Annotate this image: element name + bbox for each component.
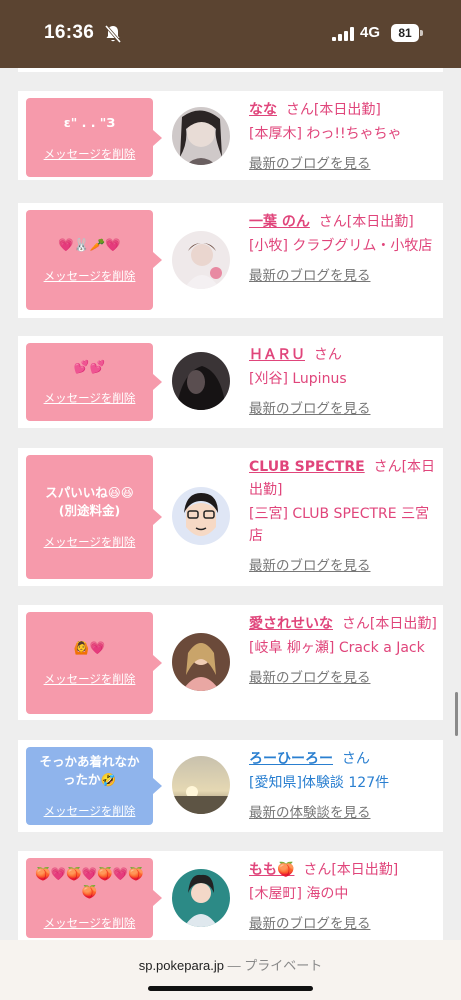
- user-info: ＨＡＲＵ さん [刈谷] Lupinus 最新のブログを見る: [249, 344, 437, 417]
- message-card: 🙆💗 メッセージを削除 愛されせいな さん[本日出勤] [岐阜 柳ヶ瀬] Cra…: [18, 605, 443, 720]
- delete-message-link[interactable]: メッセージを削除: [44, 534, 136, 550]
- url-domain: sp.pokepara.jp: [138, 958, 224, 973]
- shop-name: [小牧] クラブグリム・小牧店: [249, 238, 433, 254]
- latest-review-link[interactable]: 最新の体験談を見る: [249, 801, 437, 821]
- user-name-link[interactable]: CLUB SPECTRE: [249, 459, 365, 475]
- message-text: 💕💕: [73, 359, 106, 374]
- message-text: 🙆💗: [73, 640, 106, 655]
- user-info: 一葉 のん さん[本日出勤] [小牧] クラブグリム・小牧店 最新のブログを見る: [249, 211, 437, 284]
- message-text: スパいいね😆😆 (別途料金): [45, 485, 134, 518]
- latest-blog-link[interactable]: 最新のブログを見る: [249, 152, 437, 172]
- signal-icon: [332, 27, 354, 41]
- user-info: ろーひーろー さん [愛知県]体験談 127件 最新の体験談を見る: [249, 748, 437, 821]
- message-bubble: 💕💕 メッセージを削除: [26, 343, 162, 421]
- user-info: なな さん[本日出勤] [本厚木] わっ!!ちゃちゃ 最新のブログを見る: [249, 99, 437, 172]
- user-name-link[interactable]: ろーひーろー: [249, 751, 333, 767]
- attendance-tag: [本日出勤]: [346, 214, 414, 230]
- bell-slash-icon: [104, 25, 122, 43]
- user-info: 愛されせいな さん[本日出勤] [岐阜 柳ヶ瀬] Crack a Jack 最新…: [249, 613, 437, 686]
- user-name-link[interactable]: もも🍑: [249, 862, 294, 878]
- delete-message-link[interactable]: メッセージを削除: [44, 268, 136, 284]
- avatar[interactable]: [172, 231, 230, 289]
- user-name-link[interactable]: なな: [249, 102, 277, 118]
- message-list[interactable]: ε" . . "З メッセージを削除 なな さん[本日出勤] [本厚木] わっ!…: [0, 68, 461, 940]
- latest-blog-link[interactable]: 最新のブログを見る: [249, 912, 437, 932]
- message-bubble: 🍑💗🍑💗🍑💗🍑🍑 メッセージを削除: [26, 858, 162, 938]
- shop-name: [木屋町] 海の中: [249, 886, 349, 902]
- latest-blog-link[interactable]: 最新のブログを見る: [249, 666, 437, 686]
- message-bubble: スパいいね😆😆 (別途料金) メッセージを削除: [26, 455, 162, 579]
- avatar[interactable]: [172, 633, 230, 691]
- user-name-link[interactable]: 愛されせいな: [249, 616, 333, 632]
- url-text: sp.pokepara.jp — プライベート: [0, 955, 461, 974]
- home-indicator[interactable]: [148, 986, 313, 991]
- network-label: 4G: [360, 24, 381, 41]
- avatar[interactable]: [172, 487, 230, 545]
- avatar[interactable]: [172, 107, 230, 165]
- url-separator: —: [227, 958, 241, 973]
- latest-blog-link[interactable]: 最新のブログを見る: [249, 397, 437, 417]
- browser-url-bar[interactable]: sp.pokepara.jp — プライベート: [0, 940, 461, 1000]
- status-bar: 16:36 4G 81: [0, 0, 461, 68]
- delete-message-link[interactable]: メッセージを削除: [44, 146, 136, 162]
- honorific: さん: [341, 616, 370, 632]
- shop-name: [三宮] CLUB SPECTRE 三宮店: [249, 506, 430, 544]
- message-card: 💕💕 メッセージを削除 ＨＡＲＵ さん [刈谷] Lupinus 最新のブログを…: [18, 336, 443, 428]
- user-name-link[interactable]: ＨＡＲＵ: [249, 347, 305, 363]
- message-bubble: ε" . . "З メッセージを削除: [26, 98, 162, 177]
- message-bubble: 🙆💗 メッセージを削除: [26, 612, 162, 714]
- delete-message-link[interactable]: メッセージを削除: [44, 671, 136, 687]
- avatar[interactable]: [172, 352, 230, 410]
- shop-name: [本厚木] わっ!!ちゃちゃ: [249, 126, 402, 142]
- honorific: さん: [318, 214, 347, 230]
- latest-blog-link[interactable]: 最新のブログを見る: [249, 264, 437, 284]
- message-card: ε" . . "З メッセージを削除 なな さん[本日出勤] [本厚木] わっ!…: [18, 91, 443, 180]
- honorific: さん: [285, 102, 314, 118]
- latest-blog-link[interactable]: 最新のブログを見る: [249, 554, 437, 574]
- shop-name: [岐阜 柳ヶ瀬] Crack a Jack: [249, 640, 425, 656]
- status-time: 16:36: [44, 22, 95, 43]
- user-name-link[interactable]: 一葉 のん: [249, 214, 310, 230]
- avatar[interactable]: [172, 756, 230, 814]
- honorific: さん: [373, 459, 402, 475]
- message-card: そっかあ着れなかったか🤣 メッセージを削除 ろーひーろー さん [愛知県]体験談…: [18, 740, 443, 832]
- message-text: 💗🐰🥕💗: [58, 237, 121, 252]
- shop-name: [愛知県]体験談 127件: [249, 775, 390, 791]
- attendance-tag: [本日出勤]: [331, 862, 399, 878]
- delete-message-link[interactable]: メッセージを削除: [44, 915, 136, 931]
- battery-icon: 81: [391, 24, 423, 42]
- message-bubble: 💗🐰🥕💗 メッセージを削除: [26, 210, 162, 310]
- message-text: 🍑💗🍑💗🍑💗🍑🍑: [35, 866, 144, 899]
- honorific: さん: [313, 347, 342, 363]
- message-bubble: そっかあ着れなかったか🤣 メッセージを削除: [26, 747, 162, 825]
- avatar[interactable]: [172, 869, 230, 927]
- previous-card-edge: [18, 68, 443, 72]
- message-card: 💗🐰🥕💗 メッセージを削除 一葉 のん さん[本日出勤] [小牧] クラブグリム…: [18, 203, 443, 318]
- attendance-tag: [本日出勤]: [369, 616, 437, 632]
- attendance-tag: [本日出勤]: [313, 102, 381, 118]
- user-info: もも🍑 さん[本日出勤] [木屋町] 海の中 最新のブログを見る: [249, 859, 437, 932]
- private-mode-label: プライベート: [244, 958, 323, 973]
- message-card: スパいいね😆😆 (別途料金) メッセージを削除 CLUB SPECTRE さん[…: [18, 448, 443, 586]
- shop-name: [刈谷] Lupinus: [249, 371, 347, 387]
- message-card: 🍑💗🍑💗🍑💗🍑🍑 メッセージを削除 もも🍑 さん[本日出勤] [木屋町] 海の中…: [18, 851, 443, 940]
- honorific: さん: [341, 751, 370, 767]
- honorific: さん: [303, 862, 332, 878]
- battery-level: 81: [391, 24, 419, 42]
- message-text: ε" . . "З: [63, 114, 116, 130]
- delete-message-link[interactable]: メッセージを削除: [44, 803, 136, 819]
- delete-message-link[interactable]: メッセージを削除: [44, 390, 136, 406]
- user-info: CLUB SPECTRE さん[本日出勤] [三宮] CLUB SPECTRE …: [249, 456, 437, 574]
- message-text: そっかあ着れなかったか🤣: [39, 754, 140, 787]
- scrollbar-thumb[interactable]: [455, 692, 458, 736]
